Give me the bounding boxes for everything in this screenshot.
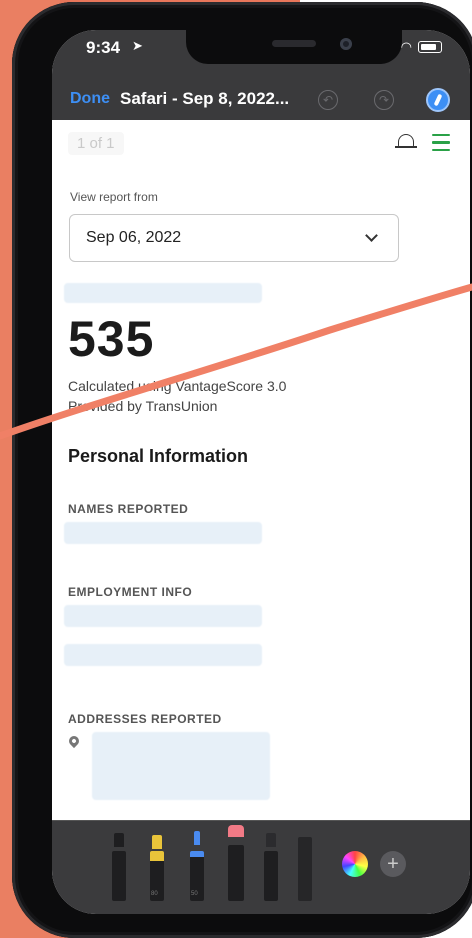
undo-icon[interactable]: ↶ — [318, 90, 338, 110]
done-button[interactable]: Done — [70, 90, 110, 108]
eraser-tool-body — [228, 845, 244, 901]
phone-frame: 9:34 ➤ ◠ Done Safari - Sep 8, 2022... ↶ … — [12, 2, 472, 938]
battery-icon — [418, 41, 442, 53]
page-count: 1 of 1 — [68, 132, 124, 155]
employment-info-label: EMPLOYMENT INFO — [68, 585, 193, 599]
add-tool-button[interactable]: + — [380, 851, 406, 877]
markup-tool-palette: 80 50 + — [52, 820, 470, 914]
pen-tool-tip — [114, 833, 124, 847]
menu-icon[interactable] — [432, 134, 450, 156]
wifi-icon: ◠ — [400, 39, 412, 54]
blue-pencil-tool-tip — [194, 831, 200, 845]
markup-toolbar: Done Safari - Sep 8, 2022... ↶ ↷ — [52, 82, 470, 120]
redacted-employer-1 — [64, 605, 262, 627]
blue-pencil-tool-number: 50 — [191, 891, 198, 897]
document-title: Safari - Sep 8, 2022... — [120, 89, 290, 108]
lasso-tool[interactable] — [264, 833, 278, 901]
redacted-name — [64, 522, 262, 544]
credit-score: 535 — [68, 311, 155, 367]
report-date-value: Sep 06, 2022 — [86, 229, 182, 246]
phone-screen: 9:34 ➤ ◠ Done Safari - Sep 8, 2022... ↶ … — [52, 30, 470, 914]
ruler-tool[interactable] — [298, 837, 312, 901]
bell-icon[interactable] — [395, 134, 417, 148]
highlighter-tool-tip — [152, 835, 162, 849]
dynamic-island — [186, 30, 402, 64]
pen-tool[interactable] — [112, 833, 126, 901]
redacted-address — [92, 732, 270, 800]
redo-icon[interactable]: ↷ — [374, 90, 394, 110]
lasso-tool-body — [264, 851, 278, 901]
blue-pencil-tool[interactable]: 50 — [190, 831, 204, 901]
report-date-select[interactable]: Sep 06, 2022 — [69, 214, 399, 262]
highlighter-tool-number: 80 — [151, 891, 158, 897]
location-arrow-icon: ➤ — [132, 38, 143, 53]
score-model-text: Calculated using VantageScore 3.0 — [68, 378, 287, 394]
addresses-reported-label: ADDRESSES REPORTED — [68, 712, 222, 726]
provider-text: Provided by TransUnion — [68, 398, 218, 414]
ruler-tool-body — [298, 837, 312, 901]
view-report-label: View report from — [70, 190, 158, 204]
personal-info-heading: Personal Information — [68, 446, 249, 466]
lasso-tool-tip — [266, 833, 276, 847]
highlighter-tool[interactable]: 80 — [150, 835, 164, 901]
front-camera — [340, 38, 352, 50]
chevron-down-icon — [365, 229, 378, 242]
pen-tool-body — [112, 851, 126, 901]
names-reported-label: NAMES REPORTED — [68, 502, 189, 516]
speaker-grille — [272, 40, 316, 47]
markup-pen-icon[interactable] — [426, 88, 450, 112]
eraser-tool-tip — [228, 825, 244, 837]
color-picker-icon[interactable] — [342, 851, 368, 877]
credit-report-page: 1 of 1 View report from Sep 06, 2022 535… — [52, 120, 470, 820]
location-pin-icon — [66, 733, 82, 749]
eraser-tool[interactable] — [228, 825, 244, 901]
redacted-employer-2 — [64, 644, 262, 666]
status-time: 9:34 — [86, 38, 121, 57]
redacted-heading — [64, 283, 262, 303]
